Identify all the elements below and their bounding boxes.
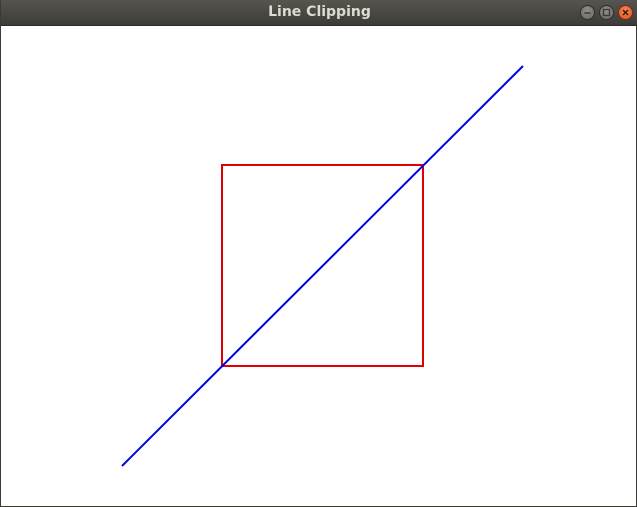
drawing-canvas	[1, 26, 636, 506]
close-button[interactable]	[618, 5, 633, 20]
maximize-button[interactable]	[599, 5, 614, 20]
maximize-icon	[602, 8, 611, 17]
window-title: Line Clipping	[268, 4, 371, 20]
title-bar[interactable]: Line Clipping	[1, 0, 637, 26]
canvas-background	[1, 26, 636, 506]
minimize-icon	[584, 12, 591, 14]
app-window: Line Clipping	[0, 0, 637, 507]
minimize-button[interactable]	[580, 5, 595, 20]
close-icon	[622, 9, 629, 16]
